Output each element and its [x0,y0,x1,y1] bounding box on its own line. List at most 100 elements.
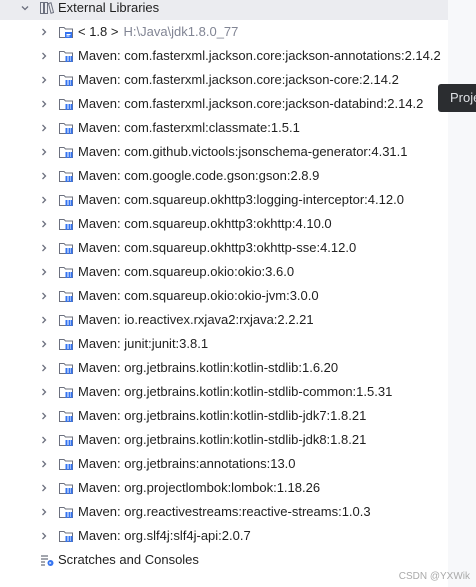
chevron-right-icon[interactable] [39,435,49,445]
chevron-right-icon[interactable] [39,195,49,205]
library-icon [58,144,74,160]
tree-node-library[interactable]: Maven: org.jetbrains.kotlin:kotlin-stdli… [0,428,448,452]
library-label: Maven: junit:junit:3.8.1 [78,336,209,351]
library-label: Maven: org.jetbrains:annotations:13.0 [78,456,296,471]
chevron-right-icon[interactable] [39,123,49,133]
library-icon [58,408,74,424]
jdk-label: < 1.8 > H:\Java\jdk1.8.0_77 [78,23,238,41]
chevron-right-icon[interactable] [39,267,49,277]
library-label: Maven: com.fasterxml.jackson.core:jackso… [78,96,424,111]
chevron-right-icon[interactable] [39,411,49,421]
tree-node-external-libraries[interactable]: External Libraries [0,0,448,20]
chevron-right-icon[interactable] [39,315,49,325]
external-libraries-icon [39,0,55,16]
chevron-right-icon[interactable] [39,483,49,493]
chevron-right-icon[interactable] [39,459,49,469]
jdk-folder-icon [58,24,74,40]
library-label: Maven: com.squareup.okhttp3:okhttp:4.10.… [78,216,332,231]
tree-node-library[interactable]: Maven: com.fasterxml:classmate:1.5.1 [0,116,448,140]
library-icon [58,216,74,232]
tree-node-library[interactable]: Maven: org.slf4j:slf4j-api:2.0.7 [0,524,448,548]
tree-node-library[interactable]: Maven: org.projectlombok:lombok:1.18.26 [0,476,448,500]
tree-node-library[interactable]: Maven: com.squareup.okio:okio:3.6.0 [0,260,448,284]
library-label: Maven: com.google.code.gson:gson:2.8.9 [78,168,320,183]
library-label: Maven: com.github.victools:jsonschema-ge… [78,144,408,159]
external-libraries-label: External Libraries [58,0,160,15]
chevron-right-icon[interactable] [39,507,49,517]
jdk-path: H:\Java\jdk1.8.0_77 [123,24,239,39]
chevron-right-icon[interactable] [39,171,49,181]
library-label: Maven: org.reactivestreams:reactive-stre… [78,504,371,519]
library-label: Maven: io.reactivex.rxjava2:rxjava:2.2.2… [78,312,314,327]
library-icon [58,288,74,304]
library-label: Maven: com.fasterxml.jackson.core:jackso… [78,48,441,63]
library-label: Maven: com.squareup.okhttp3:logging-inte… [78,192,404,207]
tree-node-library[interactable]: Maven: com.github.victools:jsonschema-ge… [0,140,448,164]
tree-node-library[interactable]: Maven: com.fasterxml.jackson.core:jackso… [0,68,448,92]
project-tree: External Libraries < 1.8 > H:\Java\jdk1.8… [0,0,448,587]
tree-node-library[interactable]: Maven: com.google.code.gson:gson:2.8.9 [0,164,448,188]
tree-node-library[interactable]: Maven: org.jetbrains.kotlin:kotlin-stdli… [0,404,448,428]
tree-node-library[interactable]: Maven: com.squareup.okhttp3:logging-inte… [0,188,448,212]
tree-node-library[interactable]: Maven: com.squareup.okhttp3:okhttp:4.10.… [0,212,448,236]
scratches-icon [39,552,55,568]
chevron-right-icon[interactable] [39,363,49,373]
chevron-right-icon[interactable] [39,531,49,541]
jdk-version: < 1.8 > [78,24,119,39]
library-label: Maven: com.squareup.okio:okio:3.6.0 [78,264,295,279]
library-icon [58,456,74,472]
tree-node-library[interactable]: Maven: com.squareup.okhttp3:okhttp-sse:4… [0,236,448,260]
tree-node-jdk[interactable]: < 1.8 > H:\Java\jdk1.8.0_77 [0,20,448,44]
chevron-right-icon[interactable] [39,219,49,229]
library-label: Maven: org.slf4j:slf4j-api:2.0.7 [78,528,251,543]
library-label: Maven: org.projectlombok:lombok:1.18.26 [78,480,321,495]
library-icon [58,480,74,496]
library-label: Maven: com.squareup.okio:okio-jvm:3.0.0 [78,288,319,303]
chevron-right-icon[interactable] [39,387,49,397]
chevron-right-icon[interactable] [39,51,49,61]
scratches-label: Scratches and Consoles [58,552,199,567]
chevron-down-icon[interactable] [20,3,30,13]
library-icon [58,360,74,376]
library-icon [58,72,74,88]
tree-node-scratches[interactable]: Scratches and Consoles [0,548,448,572]
library-icon [58,240,74,256]
library-label: Maven: org.jetbrains.kotlin:kotlin-stdli… [78,384,393,399]
tree-node-library[interactable]: Maven: org.jetbrains.kotlin:kotlin-stdli… [0,380,448,404]
library-icon [58,336,74,352]
library-icon [58,96,74,112]
tree-node-library[interactable]: Maven: org.reactivestreams:reactive-stre… [0,500,448,524]
library-icon [58,504,74,520]
library-icon [58,168,74,184]
library-label: Maven: com.fasterxml.jackson.core:jackso… [78,72,399,87]
chevron-right-icon[interactable] [39,99,49,109]
library-label: Maven: com.fasterxml:classmate:1.5.1 [78,120,300,135]
tree-node-library[interactable]: Maven: junit:junit:3.8.1 [0,332,448,356]
chevron-right-icon[interactable] [39,291,49,301]
library-icon [58,120,74,136]
library-icon [58,528,74,544]
tooltip: Proje [438,84,476,112]
library-label: Maven: com.squareup.okhttp3:okhttp-sse:4… [78,240,357,255]
watermark: CSDN @YXWik [398,571,470,582]
library-icon [58,384,74,400]
chevron-right-icon[interactable] [39,243,49,253]
library-label: Maven: org.jetbrains.kotlin:kotlin-stdli… [78,360,339,375]
tree-node-library[interactable]: Maven: org.jetbrains:annotations:13.0 [0,452,448,476]
library-icon [58,312,74,328]
tree-node-library[interactable]: Maven: com.fasterxml.jackson.core:jackso… [0,44,448,68]
library-icon [58,264,74,280]
library-label: Maven: org.jetbrains.kotlin:kotlin-stdli… [78,408,367,423]
tree-node-library[interactable]: Maven: com.squareup.okio:okio-jvm:3.0.0 [0,284,448,308]
chevron-right-icon[interactable] [39,27,49,37]
library-icon [58,192,74,208]
library-label: Maven: org.jetbrains.kotlin:kotlin-stdli… [78,432,367,447]
library-icon [58,432,74,448]
library-icon [58,48,74,64]
tree-node-library[interactable]: Maven: io.reactivex.rxjava2:rxjava:2.2.2… [0,308,448,332]
chevron-right-icon[interactable] [39,147,49,157]
tree-node-library[interactable]: Maven: com.fasterxml.jackson.core:jackso… [0,92,448,116]
chevron-right-icon[interactable] [39,75,49,85]
chevron-right-icon[interactable] [39,339,49,349]
tree-node-library[interactable]: Maven: org.jetbrains.kotlin:kotlin-stdli… [0,356,448,380]
